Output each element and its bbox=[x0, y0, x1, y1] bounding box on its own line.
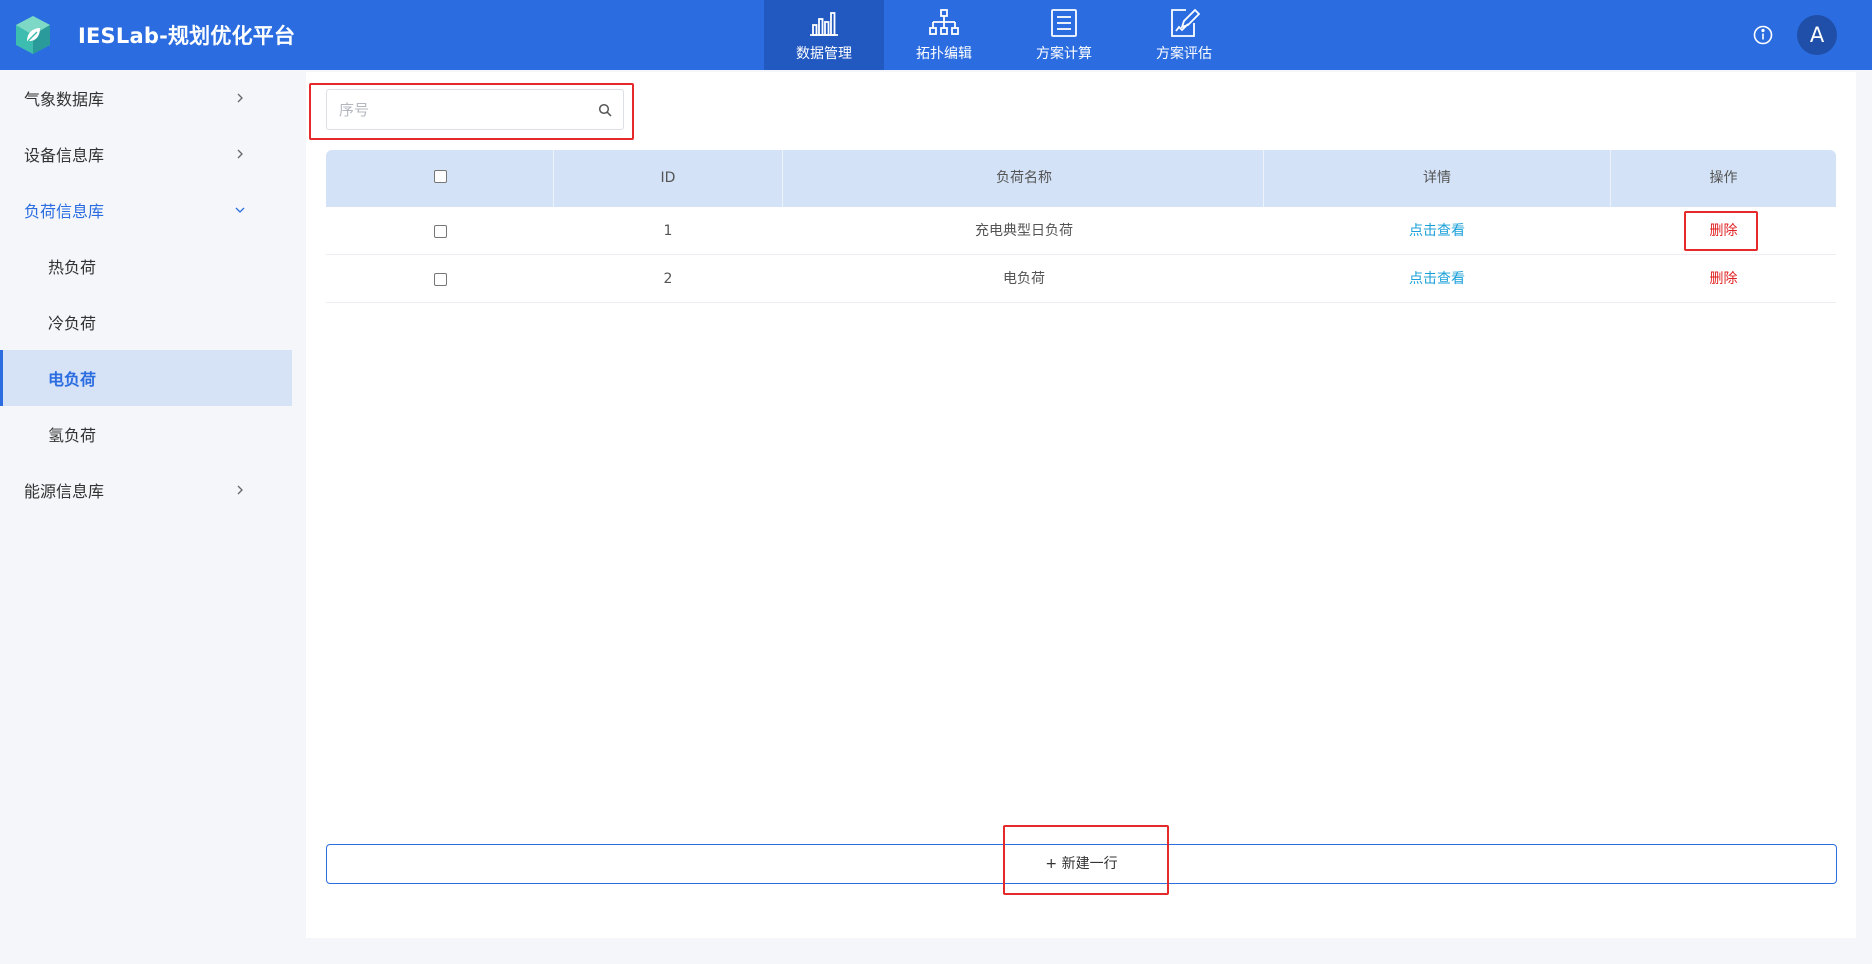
nav-label: 方案计算 bbox=[1036, 46, 1092, 62]
row-name: 电负荷 bbox=[1003, 271, 1045, 287]
row-id: 1 bbox=[663, 223, 673, 239]
top-header: IESLab-规划优化平台 数据管理 拓扑编辑 方案计算 方案评估 A bbox=[0, 0, 1872, 70]
nav-label: 方案评估 bbox=[1156, 46, 1212, 62]
nav-label: 拓扑编辑 bbox=[916, 46, 972, 62]
column-header-id: ID bbox=[660, 170, 676, 186]
table-row: 2 电负荷 点击查看 删除 bbox=[326, 255, 1836, 303]
row-checkbox[interactable] bbox=[434, 273, 447, 286]
user-avatar[interactable]: A bbox=[1797, 15, 1837, 55]
select-all-checkbox[interactable] bbox=[434, 170, 447, 183]
column-header-detail: 详情 bbox=[1423, 170, 1451, 186]
sidebar-item-label: 设备信息库 bbox=[24, 146, 105, 165]
sidebar-item-label: 热负荷 bbox=[48, 258, 97, 277]
column-header-name: 负荷名称 bbox=[996, 170, 1052, 186]
chevron-right-icon bbox=[237, 485, 243, 495]
sidebar-item-label: 电负荷 bbox=[48, 370, 97, 389]
sidebar-item-load-db[interactable]: 负荷信息库 bbox=[0, 182, 292, 238]
nav-scheme-calc[interactable]: 方案计算 bbox=[1004, 0, 1124, 70]
column-header-action: 操作 bbox=[1709, 170, 1738, 186]
nav-scheme-eval[interactable]: 方案评估 bbox=[1124, 0, 1244, 70]
top-nav: 数据管理 拓扑编辑 方案计算 方案评估 bbox=[764, 0, 1244, 70]
row-id: 2 bbox=[663, 271, 673, 287]
sidebar-item-electric-load[interactable]: 电负荷 bbox=[0, 350, 292, 406]
bar-chart-icon bbox=[810, 12, 838, 36]
table-header: ID 负荷名称 详情 操作 bbox=[326, 150, 1836, 207]
chevron-down-icon bbox=[235, 207, 245, 213]
chevron-right-icon bbox=[237, 149, 243, 159]
sidebar-item-weather-db[interactable]: 气象数据库 bbox=[0, 70, 292, 126]
sidebar-item-cold-load[interactable]: 冷负荷 bbox=[0, 294, 292, 350]
topology-icon bbox=[929, 9, 959, 35]
load-table: ID 负荷名称 详情 操作 1 充电典型日负荷 点击查看 删除 2 电负荷 点击… bbox=[326, 150, 1836, 303]
search-icon[interactable] bbox=[598, 103, 613, 118]
sidebar-item-label: 气象数据库 bbox=[24, 90, 105, 109]
row-checkbox[interactable] bbox=[434, 225, 447, 238]
delete-button[interactable]: 删除 bbox=[1710, 223, 1738, 239]
add-row-button[interactable]: + 新建一行 bbox=[326, 844, 1837, 884]
view-detail-link[interactable]: 点击查看 bbox=[1409, 223, 1465, 239]
delete-button[interactable]: 删除 bbox=[1710, 271, 1738, 287]
sidebar-item-label: 氢负荷 bbox=[48, 426, 97, 445]
document-list-icon bbox=[1051, 9, 1077, 37]
app-title: IESLab-规划优化平台 bbox=[78, 24, 296, 48]
table-row: 1 充电典型日负荷 点击查看 删除 bbox=[326, 207, 1836, 255]
sidebar-item-label: 能源信息库 bbox=[24, 482, 105, 501]
sidebar-item-energy-db[interactable]: 能源信息库 bbox=[0, 462, 292, 518]
sidebar: 气象数据库 设备信息库 负荷信息库 热负荷 冷负荷 电负荷 氢负荷 能源信息库 bbox=[0, 70, 292, 964]
nav-data-management[interactable]: 数据管理 bbox=[764, 0, 884, 70]
edit-document-icon bbox=[1171, 8, 1200, 37]
sidebar-item-hydrogen-load[interactable]: 氢负荷 bbox=[0, 406, 292, 462]
search-box bbox=[326, 89, 624, 130]
info-icon[interactable] bbox=[1752, 24, 1774, 46]
search-input[interactable] bbox=[339, 99, 579, 121]
nav-label: 数据管理 bbox=[796, 46, 852, 62]
chevron-right-icon bbox=[237, 93, 243, 103]
row-name: 充电典型日负荷 bbox=[975, 223, 1073, 239]
nav-topology-edit[interactable]: 拓扑编辑 bbox=[884, 0, 1004, 70]
sidebar-item-label: 冷负荷 bbox=[48, 314, 97, 333]
view-detail-link[interactable]: 点击查看 bbox=[1409, 271, 1465, 287]
logo-icon bbox=[16, 16, 50, 54]
sidebar-item-label: 负荷信息库 bbox=[24, 202, 105, 221]
sidebar-item-device-db[interactable]: 设备信息库 bbox=[0, 126, 292, 182]
sidebar-item-heat-load[interactable]: 热负荷 bbox=[0, 238, 292, 294]
